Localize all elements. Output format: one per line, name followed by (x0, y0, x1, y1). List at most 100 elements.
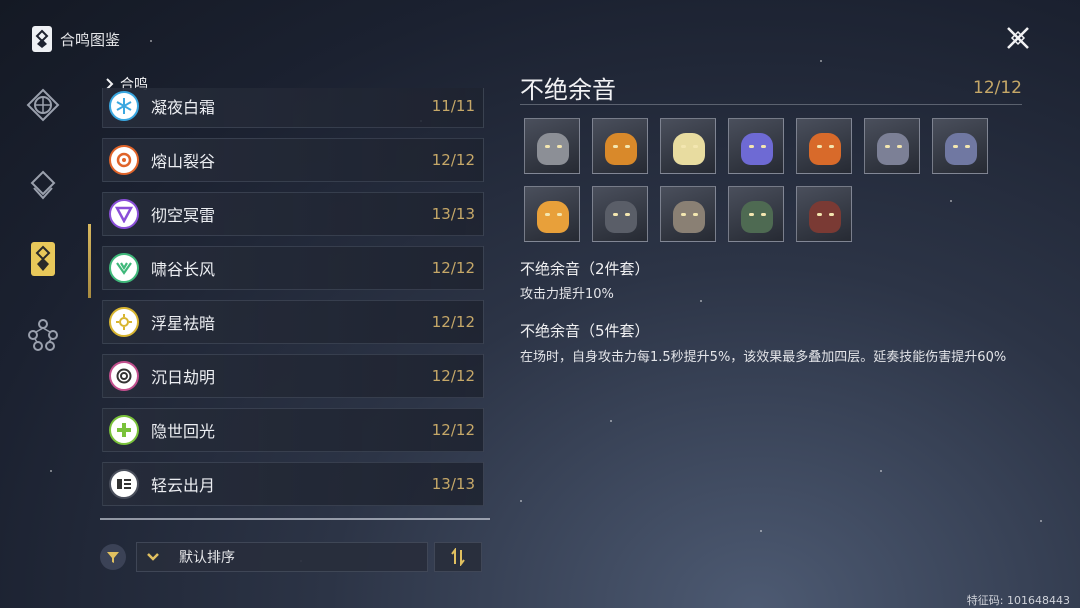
filter-button[interactable] (100, 544, 126, 570)
item-count: 12/12 (431, 313, 475, 331)
list-item[interactable]: 凝夜白霜 11/11 (102, 88, 484, 128)
top-bar: 合鸣图鉴 (0, 0, 1080, 70)
portrait-eye (965, 145, 970, 148)
havoc-icon (109, 361, 139, 391)
item-name: 轻云出月 (151, 476, 216, 495)
portrait-eye (613, 145, 618, 148)
sonata-icon (31, 242, 55, 276)
echo-layers-icon (30, 170, 56, 200)
set2-title: 不绝余音（2件套） (520, 260, 650, 278)
list-item[interactable]: 彻空冥雷 13/13 (102, 192, 484, 236)
close-button[interactable] (1002, 22, 1034, 54)
echo-portrait-2[interactable] (592, 118, 648, 174)
item-name: 啸谷长风 (151, 260, 216, 279)
item-name: 浮星祛暗 (151, 314, 216, 333)
item-name: 彻空冥雷 (151, 206, 216, 225)
portrait-eye (681, 145, 686, 148)
fusion-icon (109, 145, 139, 175)
sonata-list[interactable]: 凝夜白霜 11/11 熔山裂谷 12/12 彻空冥雷 13/13 啸谷长风 12… (100, 88, 490, 526)
echo-portrait-4[interactable] (728, 118, 784, 174)
portrait-face (809, 201, 841, 233)
portrait-eye (897, 145, 902, 148)
portrait-eye (625, 145, 630, 148)
sigil-icon (26, 88, 60, 122)
portrait-eye (749, 145, 754, 148)
portrait-face (537, 201, 569, 233)
rail-item-sigil[interactable] (22, 84, 64, 126)
echo-portrait-3[interactable] (660, 118, 716, 174)
rail-item-network[interactable] (22, 314, 64, 356)
brand: 合鸣图鉴 (32, 26, 120, 52)
set-title: 不绝余音 (520, 76, 616, 104)
network-icon (28, 319, 58, 351)
rail-active-indicator (88, 224, 91, 298)
portrait-face (673, 201, 705, 233)
portrait-eye (613, 213, 618, 216)
item-name: 隐世回光 (151, 422, 216, 441)
echo-portrait-6[interactable] (864, 118, 920, 174)
portrait-face (809, 133, 841, 165)
portrait-eye (625, 213, 630, 216)
healing-icon (109, 415, 139, 445)
portrait-face (673, 133, 705, 165)
portrait-eye (545, 213, 550, 216)
portrait-eye (761, 145, 766, 148)
echo-portrait-5[interactable] (796, 118, 852, 174)
set2-description: 攻击力提升10% (520, 287, 614, 302)
sort-order-button[interactable] (434, 542, 482, 572)
item-count: 12/12 (431, 421, 475, 439)
echo-portrait-9[interactable] (592, 186, 648, 242)
item-count: 12/12 (431, 259, 475, 277)
portrait-eye (761, 213, 766, 216)
close-x-icon (1007, 27, 1029, 49)
echo-portrait-11[interactable] (728, 186, 784, 242)
portrait-eye (817, 145, 822, 148)
spectro-icon (109, 307, 139, 337)
moonlit-icon (109, 469, 139, 499)
filter-icon (107, 552, 119, 563)
item-name: 熔山裂谷 (151, 152, 216, 171)
portrait-eye (557, 213, 562, 216)
sort-dropdown[interactable]: 默认排序 (136, 542, 428, 572)
list-divider (100, 518, 490, 520)
list-item[interactable]: 熔山裂谷 12/12 (102, 138, 484, 182)
list-item[interactable]: 沉日劫明 12/12 (102, 354, 484, 398)
portrait-eye (885, 145, 890, 148)
portrait-eye (817, 213, 822, 216)
sonata-book-icon (32, 26, 52, 52)
portrait-face (945, 133, 977, 165)
item-count: 12/12 (431, 367, 475, 385)
set5-title: 不绝余音（5件套） (520, 322, 650, 340)
feature-code: 特征码: 101648443 (966, 594, 1070, 607)
set5-description: 在场时，自身攻击力每1.5秒提升5%，该效果最多叠加四层。延奏技能伤害提升60% (520, 350, 1007, 365)
echo-portrait-7[interactable] (932, 118, 988, 174)
aero-icon (109, 253, 139, 283)
list-item[interactable]: 浮星祛暗 12/12 (102, 300, 484, 344)
echo-portrait-10[interactable] (660, 186, 716, 242)
sort-order-icon (451, 548, 465, 566)
detail-divider (520, 104, 1022, 105)
list-item[interactable]: 轻云出月 13/13 (102, 462, 484, 506)
chevron-down-icon (137, 552, 169, 562)
side-nav-rail (0, 80, 86, 380)
portrait-eye (953, 145, 958, 148)
portrait-eye (545, 145, 550, 148)
portrait-face (605, 201, 637, 233)
echo-portrait-1[interactable] (524, 118, 580, 174)
rail-item-sonata[interactable] (22, 238, 64, 280)
echo-portrait-8[interactable] (524, 186, 580, 242)
portrait-eye (829, 145, 834, 148)
set-count: 12/12 (973, 78, 1022, 98)
portrait-face (741, 133, 773, 165)
portrait-eye (829, 213, 834, 216)
list-item[interactable]: 隐世回光 12/12 (102, 408, 484, 452)
page-title: 合鸣图鉴 (60, 30, 121, 49)
item-name: 凝夜白霜 (151, 98, 216, 117)
portrait-eye (557, 145, 562, 148)
rail-item-echo[interactable] (22, 164, 64, 206)
item-name: 沉日劫明 (151, 368, 216, 387)
list-item[interactable]: 啸谷长风 12/12 (102, 246, 484, 290)
echo-portrait-12[interactable] (796, 186, 852, 242)
item-count: 13/13 (431, 475, 475, 493)
portrait-face (741, 201, 773, 233)
